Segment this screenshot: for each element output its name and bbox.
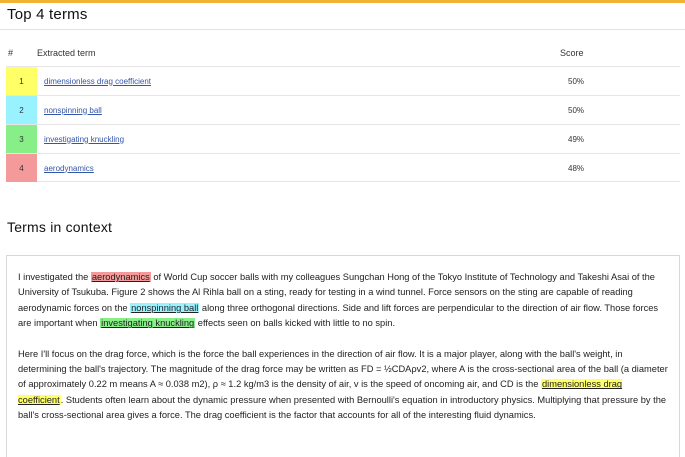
column-header-score: Score <box>560 48 584 58</box>
rank-cell: 3 <box>6 125 37 153</box>
terms-in-context-title: Terms in context <box>7 219 113 235</box>
table-row: 3 investigating knuckling 49% <box>6 124 680 153</box>
highlight-aerodynamics: aerodynamics <box>90 272 151 282</box>
term-link[interactable]: nonspinning ball <box>44 96 102 124</box>
score-cell: 50% <box>568 76 585 86</box>
term-link[interactable]: dimensionless drag coefficient <box>44 67 151 95</box>
terms-table: # Extracted term Score 1 dimensionless d… <box>6 44 680 182</box>
column-header-number: # <box>8 48 14 58</box>
score-cell: 49% <box>568 134 585 144</box>
rank-cell: 2 <box>6 96 37 124</box>
top-accent-bar <box>0 0 685 3</box>
context-text: . Students often learn about the dynamic… <box>18 394 667 421</box>
top-terms-title: Top 4 terms <box>7 6 88 23</box>
context-paragraph: I investigated the aerodynamics of World… <box>18 270 669 332</box>
table-row: 4 aerodynamics 48% <box>6 153 680 182</box>
column-header-term: Extracted term <box>37 48 96 58</box>
context-text-box: I investigated the aerodynamics of World… <box>6 255 680 457</box>
context-paragraph: Here I'll focus on the drag force, which… <box>18 347 669 424</box>
rank-cell: 1 <box>6 67 37 95</box>
title-divider <box>0 29 685 30</box>
table-row: 2 nonspinning ball 50% <box>6 95 680 124</box>
highlight-investigating-knuckling: investigating knuckling <box>100 318 196 329</box>
highlight-nonspinning-ball: nonspinning ball <box>130 302 200 313</box>
term-link[interactable]: aerodynamics <box>44 154 94 182</box>
context-text: effects seen on balls kicked with little… <box>195 318 396 329</box>
rank-cell: 4 <box>6 154 37 182</box>
table-row: 1 dimensionless drag coefficient 50% <box>6 66 680 95</box>
context-text: I investigated the <box>18 272 91 282</box>
score-cell: 50% <box>568 105 585 115</box>
term-link[interactable]: investigating knuckling <box>44 125 124 153</box>
table-header: # Extracted term Score <box>6 44 680 66</box>
score-cell: 48% <box>568 163 585 173</box>
